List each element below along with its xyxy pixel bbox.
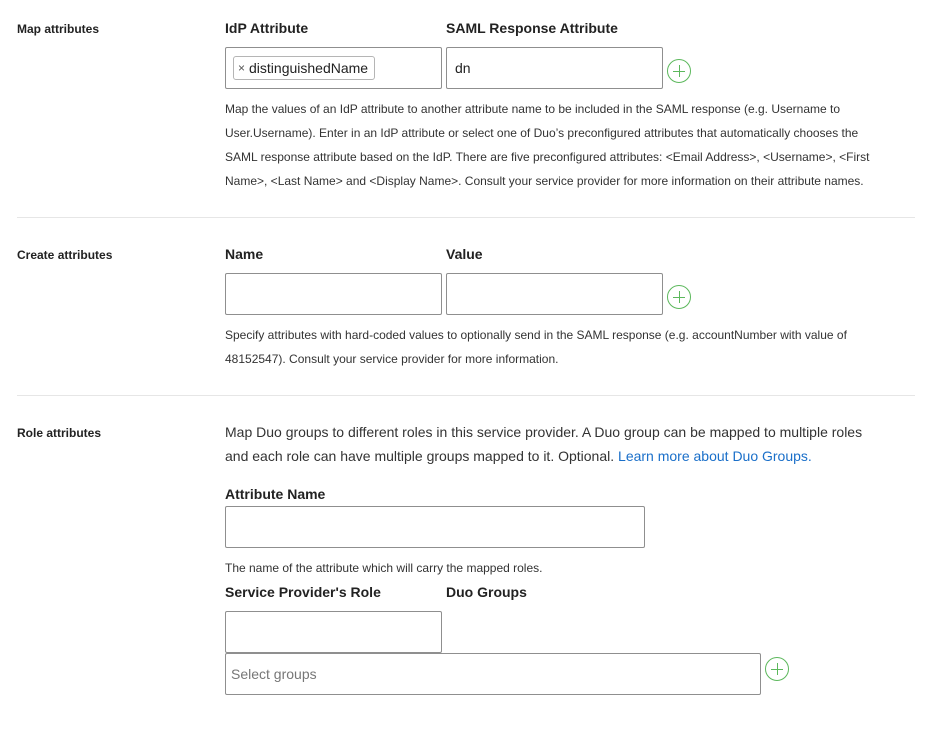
create-attributes-help: Specify attributes with hard-coded value… (225, 323, 847, 371)
idp-attribute-token: × distinguishedName (233, 56, 376, 80)
idp-attribute-input[interactable]: × distinguishedName (225, 47, 442, 89)
plus-circle-icon[interactable] (765, 657, 789, 681)
saml-response-attribute-input[interactable]: dn (446, 47, 663, 89)
section-divider (17, 217, 915, 218)
close-icon[interactable]: × (238, 61, 245, 75)
help-line: User.Username). Enter in an IdP attribut… (225, 126, 859, 140)
map-attributes-help: Map the values of an IdP attribute to an… (225, 97, 869, 193)
role-attribute-name-input[interactable] (225, 506, 645, 548)
map-attributes-section-label: Map attributes (17, 22, 100, 36)
plus-circle-icon[interactable] (667, 285, 691, 309)
name-header: Name (225, 246, 264, 262)
help-line: Map the values of an IdP attribute to an… (225, 102, 841, 116)
attribute-value-input[interactable] (446, 273, 663, 315)
role-attributes-description: Map Duo groups to different roles in thi… (225, 420, 862, 468)
description-text: and each role can have multiple groups m… (225, 448, 615, 464)
role-attributes-section-label: Role attributes (17, 426, 102, 440)
description-line: and each role can have multiple groups m… (225, 444, 862, 468)
help-line: Specify attributes with hard-coded value… (225, 328, 847, 342)
learn-more-link[interactable]: Learn more about Duo Groups. (618, 448, 812, 464)
duo-groups-header: Duo Groups (446, 584, 527, 600)
saml-response-attribute-value: dn (455, 60, 471, 76)
help-line: 48152547). Consult your service provider… (225, 352, 559, 366)
section-divider (17, 395, 915, 396)
help-line: SAML response attribute based on the IdP… (225, 150, 870, 164)
attribute-name-input[interactable] (225, 273, 442, 315)
idp-attribute-token-label: distinguishedName (249, 60, 369, 76)
plus-circle-icon[interactable] (667, 59, 691, 83)
create-attributes-section-label: Create attributes (17, 248, 113, 262)
value-header: Value (446, 246, 483, 262)
saml-response-attribute-header: SAML Response Attribute (446, 20, 618, 36)
description-line: Map Duo groups to different roles in thi… (225, 424, 863, 440)
service-provider-role-input[interactable] (225, 611, 442, 653)
duo-groups-select[interactable]: Select groups (225, 653, 761, 695)
help-line: Name>, <Last Name> and <Display Name>. C… (225, 174, 864, 188)
groups-placeholder: Select groups (231, 666, 317, 682)
attribute-name-label: Attribute Name (225, 486, 326, 502)
idp-attribute-header: IdP Attribute (225, 20, 309, 36)
attribute-name-help: The name of the attribute which will car… (225, 561, 543, 575)
service-provider-role-header: Service Provider's Role (225, 584, 381, 600)
